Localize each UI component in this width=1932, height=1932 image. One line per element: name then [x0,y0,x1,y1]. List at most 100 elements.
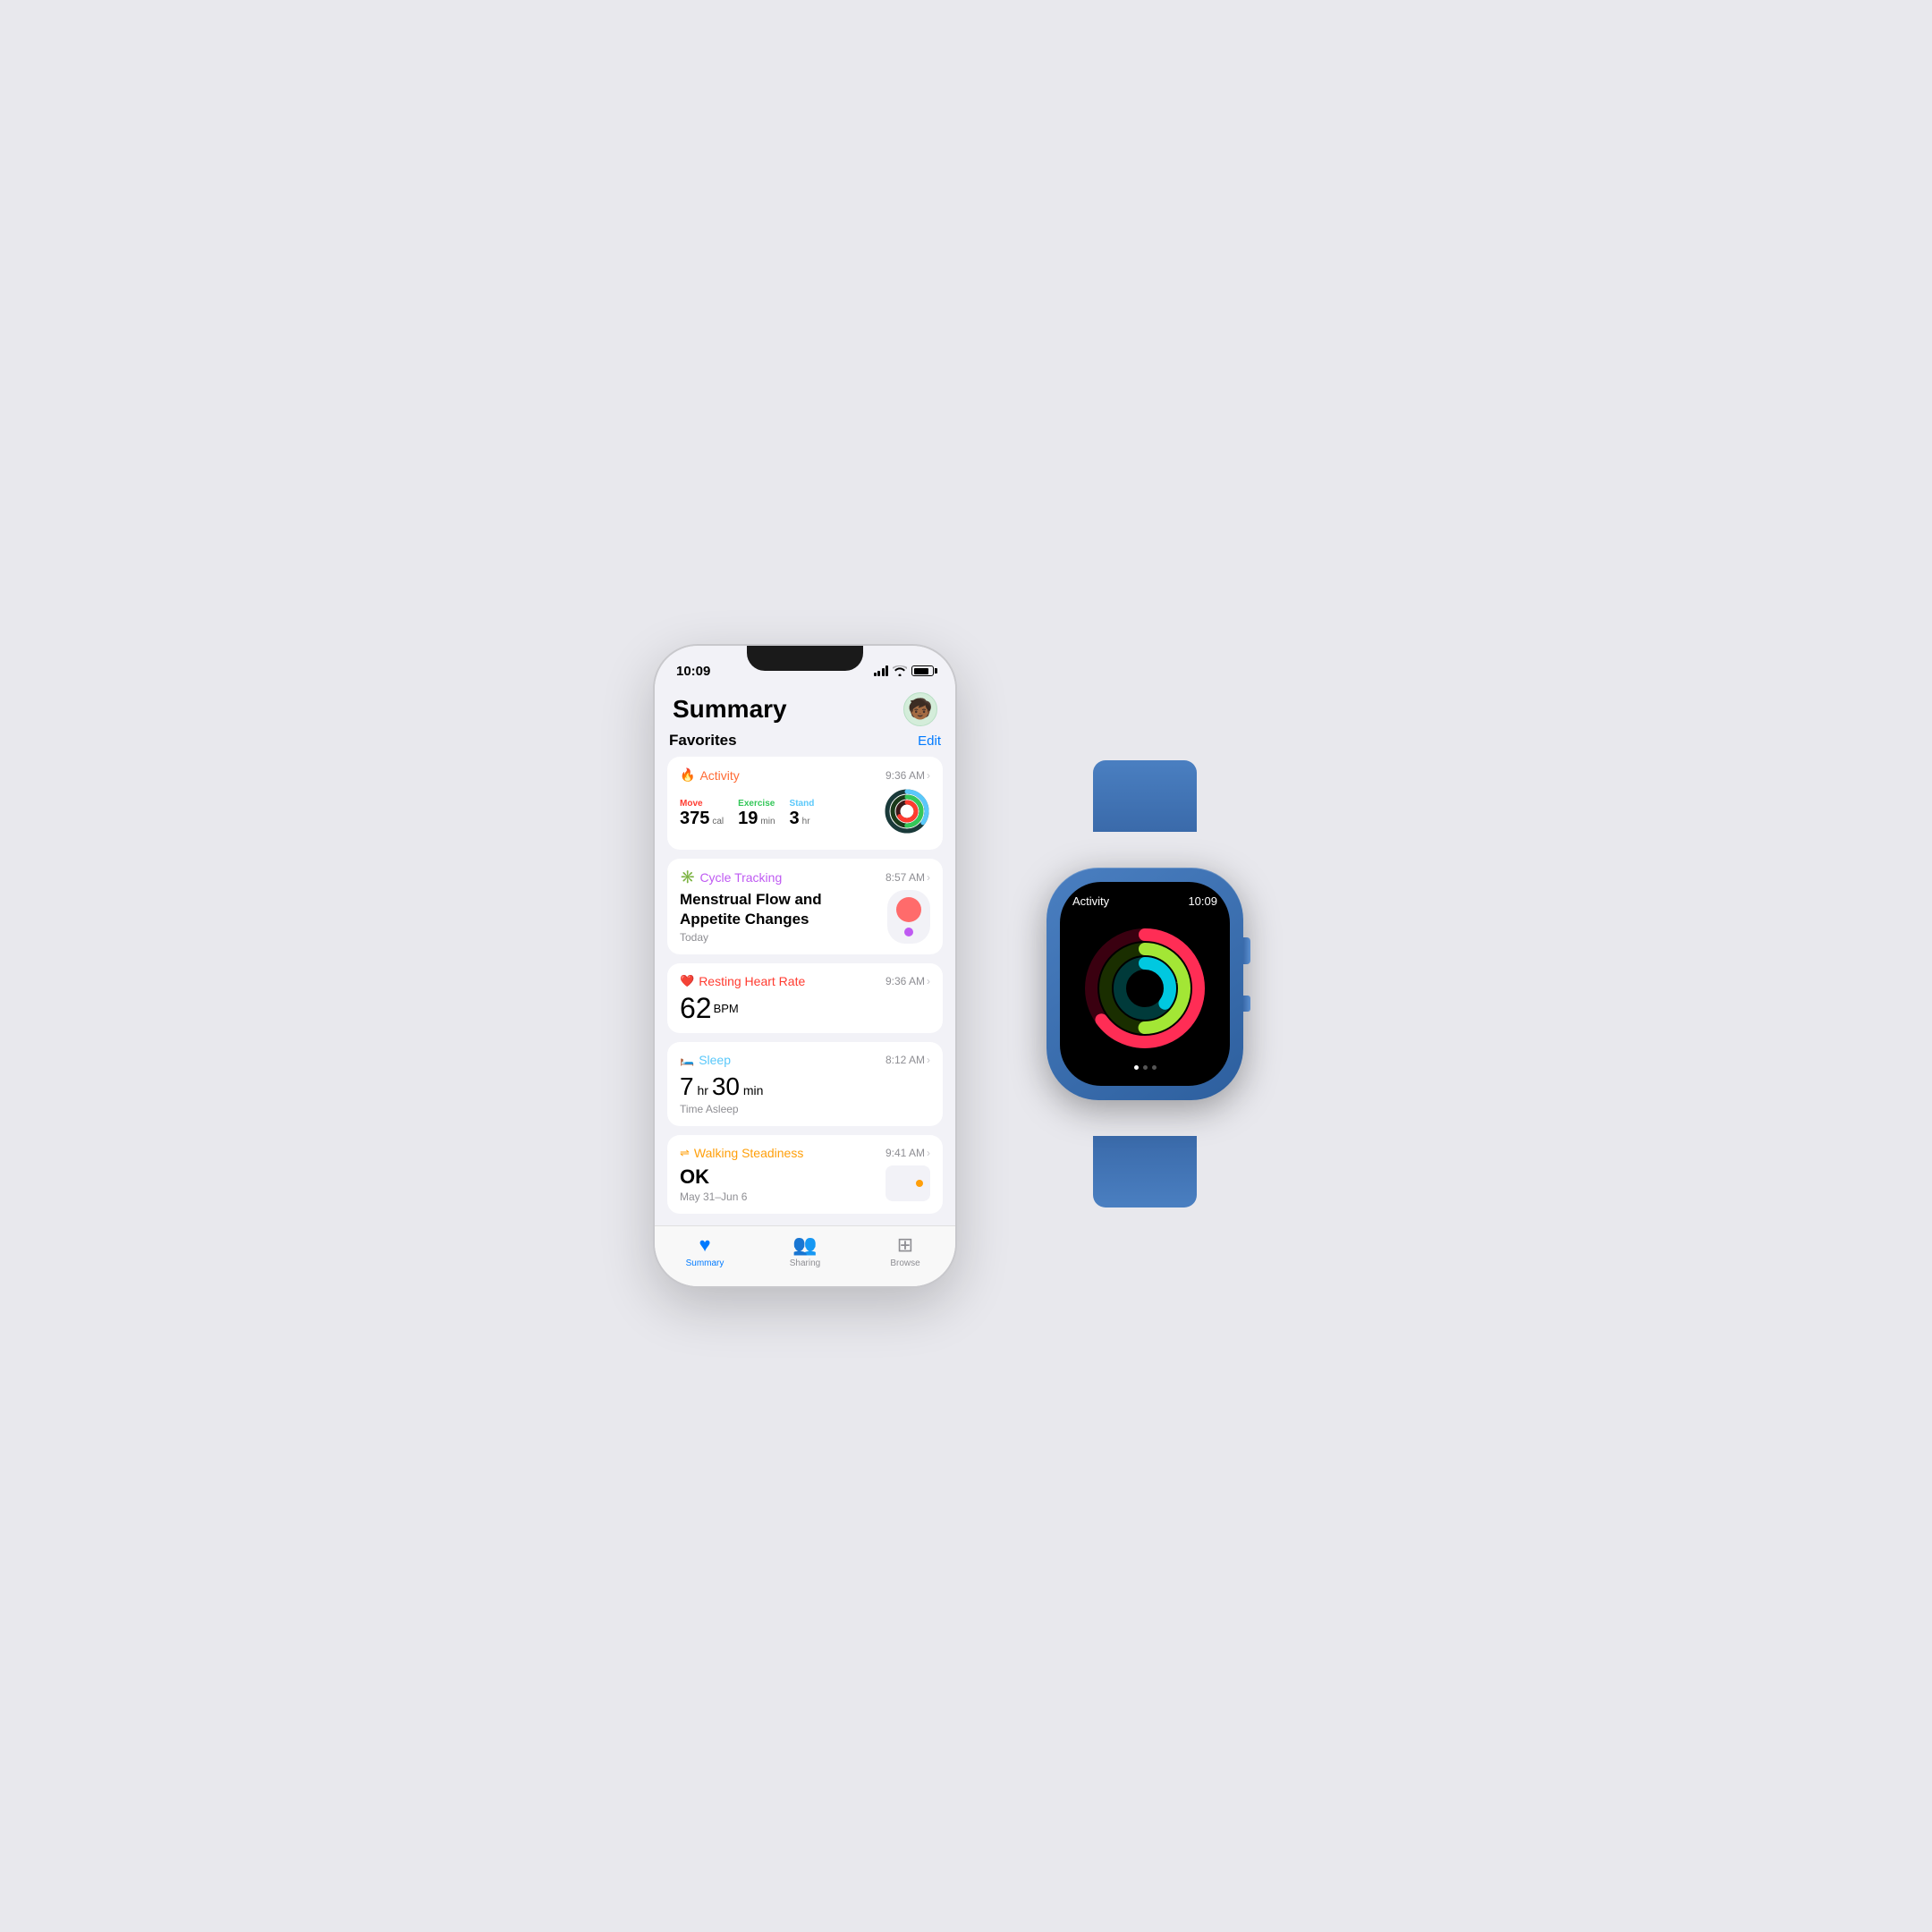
walking-steadiness-card[interactable]: ⇌ Walking Steadiness 9:41 AM › OK [667,1135,943,1214]
stand-value: 3 [790,809,800,828]
move-label: Move [680,799,724,809]
watch-dot-2 [1143,1065,1148,1070]
watch-screen: Activity 10:09 [1060,882,1230,1086]
activity-rings-chart [884,788,930,835]
exercise-unit: min [760,817,775,826]
watch-header: Activity 10:09 [1072,894,1217,908]
tab-bar: ♥ Summary 👥 Sharing ⊞ Browse [655,1225,955,1286]
activity-metrics: Move 375 cal Exercise 19 [680,799,814,828]
sleep-min-unit: min [740,1083,763,1097]
watch-band-bottom [1093,1136,1197,1208]
activity-title: Activity [699,768,739,783]
activity-card-header: 🔥 Activity 9:36 AM › [680,767,930,783]
sleep-sub: Time Asleep [680,1103,930,1115]
wifi-icon [893,665,907,676]
browse-tab-icon: ⊞ [897,1233,913,1257]
walking-value: OK [680,1165,747,1189]
stand-unit: hr [802,817,810,826]
walking-body: OK May 31–Jun 6 [680,1165,930,1203]
power-button[interactable] [955,771,957,816]
heart-rate-header: ❤️ Resting Heart Rate 9:36 AM › [680,974,930,988]
avatar[interactable]: 🧒🏾 [903,692,937,726]
move-unit: cal [712,817,724,826]
cycle-sub-text: Today [680,931,841,944]
move-value: 375 [680,809,709,828]
sleep-card[interactable]: 🛏️ Sleep 8:12 AM › 7 hr 30 min Time Asle… [667,1042,943,1126]
cycle-tracking-time: 8:57 AM › [886,871,930,884]
cycle-body: Menstrual Flow and Appetite Changes Toda… [680,890,930,944]
heart-rate-title: Resting Heart Rate [699,974,805,988]
page-title: Summary [673,695,787,724]
watch-dot-1 [1134,1065,1139,1070]
chevron-right-icon: › [927,1054,930,1066]
volume-up-button[interactable] [653,753,655,780]
sleep-icon: 🛏️ [680,1053,694,1067]
walking-chart [886,1165,930,1201]
cycle-main-text: Menstrual Flow and Appetite Changes [680,890,841,929]
walking-date-range: May 31–Jun 6 [680,1191,747,1203]
svg-text:↑: ↑ [1153,957,1158,970]
sharing-tab-icon: 👥 [792,1233,817,1257]
sharing-tab-label: Sharing [790,1258,820,1268]
signal-icon [874,665,889,676]
cycle-tracking-title: Cycle Tracking [699,870,782,885]
sleep-hours: 7 [680,1072,694,1100]
menstrual-flow-indicator [896,897,921,922]
watch-activity-rings: → → ↑ [1082,926,1208,1051]
walking-chart-dot [916,1180,923,1187]
status-time: 10:09 [676,664,710,679]
heart-icon: ❤️ [680,974,694,988]
activity-rings [884,788,930,839]
scene: 10:09 [483,483,1449,1449]
chevron-right-icon: › [927,975,930,987]
section-header: Favorites Edit [667,732,943,750]
sleep-minutes: 30 [712,1072,740,1100]
cycle-icon: ✳️ [680,869,695,885]
watch-side-button[interactable] [1243,996,1250,1012]
svg-text:→: → [1174,974,1185,987]
sleep-time: 8:12 AM › [886,1054,930,1066]
walking-steadiness-time: 9:41 AM › [886,1147,930,1159]
stand-label: Stand [790,799,815,809]
apple-watch: Activity 10:09 [1011,814,1279,1154]
browse-tab-label: Browse [890,1258,919,1268]
heart-rate-value: 62 [680,992,712,1024]
chevron-right-icon: › [927,871,930,884]
walking-steadiness-title: Walking Steadiness [694,1146,803,1160]
exercise-value: 19 [738,809,758,828]
chevron-right-icon: › [927,1147,930,1159]
watch-crown[interactable] [1243,937,1250,964]
watch-rings-area: → → ↑ [1072,911,1217,1065]
walking-icon: ⇌ [680,1146,690,1160]
watch-page-dots [1072,1065,1217,1077]
svg-text:→: → [1194,982,1205,995]
tab-browse[interactable]: ⊞ Browse [874,1233,936,1268]
watch-band-top [1093,760,1197,832]
sleep-header: 🛏️ Sleep 8:12 AM › [680,1053,930,1067]
app-content: Summary 🧒🏾 Favorites Edit [655,685,955,1286]
status-icons [874,665,935,676]
tab-sharing[interactable]: 👥 Sharing [774,1233,836,1268]
summary-tab-label: Summary [686,1258,724,1268]
cycle-tracking-header: ✳️ Cycle Tracking 8:57 AM › [680,869,930,885]
chevron-right-icon: › [927,769,930,782]
watch-time: 10:09 [1188,894,1217,908]
edit-button[interactable]: Edit [918,733,941,749]
watch-app-title: Activity [1072,894,1109,908]
favorites-label: Favorites [669,732,737,750]
heart-rate-time: 9:36 AM › [886,975,930,987]
volume-down-button[interactable] [653,789,655,816]
iphone-screen: 10:09 [655,646,955,1286]
tab-summary[interactable]: ♥ Summary [674,1233,736,1268]
cycle-indicators [887,890,930,944]
watch-dot-3 [1152,1065,1157,1070]
watch-case: Activity 10:09 [1046,868,1243,1100]
iphone: 10:09 [653,644,957,1288]
activity-card[interactable]: 🔥 Activity 9:36 AM › Move [667,757,943,850]
activity-time: 9:36 AM › [886,769,930,782]
exercise-label: Exercise [738,799,775,809]
cycle-tracking-card[interactable]: ✳️ Cycle Tracking 8:57 AM › Menstrual Fl… [667,859,943,954]
app-header: Summary 🧒🏾 [655,685,955,732]
appetite-indicator [904,928,913,936]
heart-rate-card[interactable]: ❤️ Resting Heart Rate 9:36 AM › 62BPM [667,963,943,1033]
